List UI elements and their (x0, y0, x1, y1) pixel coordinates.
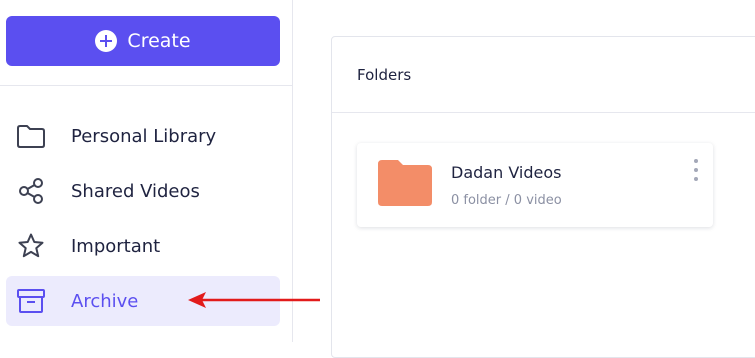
folder-icon (378, 160, 432, 206)
sidebar-item-label: Important (71, 235, 161, 257)
folder-card[interactable]: Dadan Videos 0 folder / 0 video (357, 143, 713, 227)
folder-icon (16, 121, 46, 151)
folder-meta: 0 folder / 0 video (451, 193, 562, 208)
section-title: Folders (332, 37, 755, 113)
sidebar-divider (0, 85, 292, 86)
sidebar-item-label: Archive (71, 290, 139, 312)
archive-icon (16, 286, 46, 316)
sidebar-item-label: Shared Videos (71, 180, 200, 202)
arrow-annotation-icon (188, 292, 320, 308)
sidebar-item-important[interactable]: Important (6, 221, 280, 271)
sidebar-item-personal-library[interactable]: Personal Library (6, 111, 280, 161)
folders-panel: Folders Dadan Videos 0 folder / 0 video (331, 36, 755, 358)
sidebar-item-label: Personal Library (71, 125, 217, 147)
share-icon (16, 176, 46, 206)
create-button[interactable]: Create (6, 16, 280, 66)
sidebar-item-shared-videos[interactable]: Shared Videos (6, 166, 280, 216)
star-icon (16, 231, 46, 261)
folder-name: Dadan Videos (451, 163, 562, 182)
plus-icon (95, 30, 118, 52)
create-button-label: Create (127, 30, 191, 52)
more-options-icon[interactable] (691, 159, 701, 181)
